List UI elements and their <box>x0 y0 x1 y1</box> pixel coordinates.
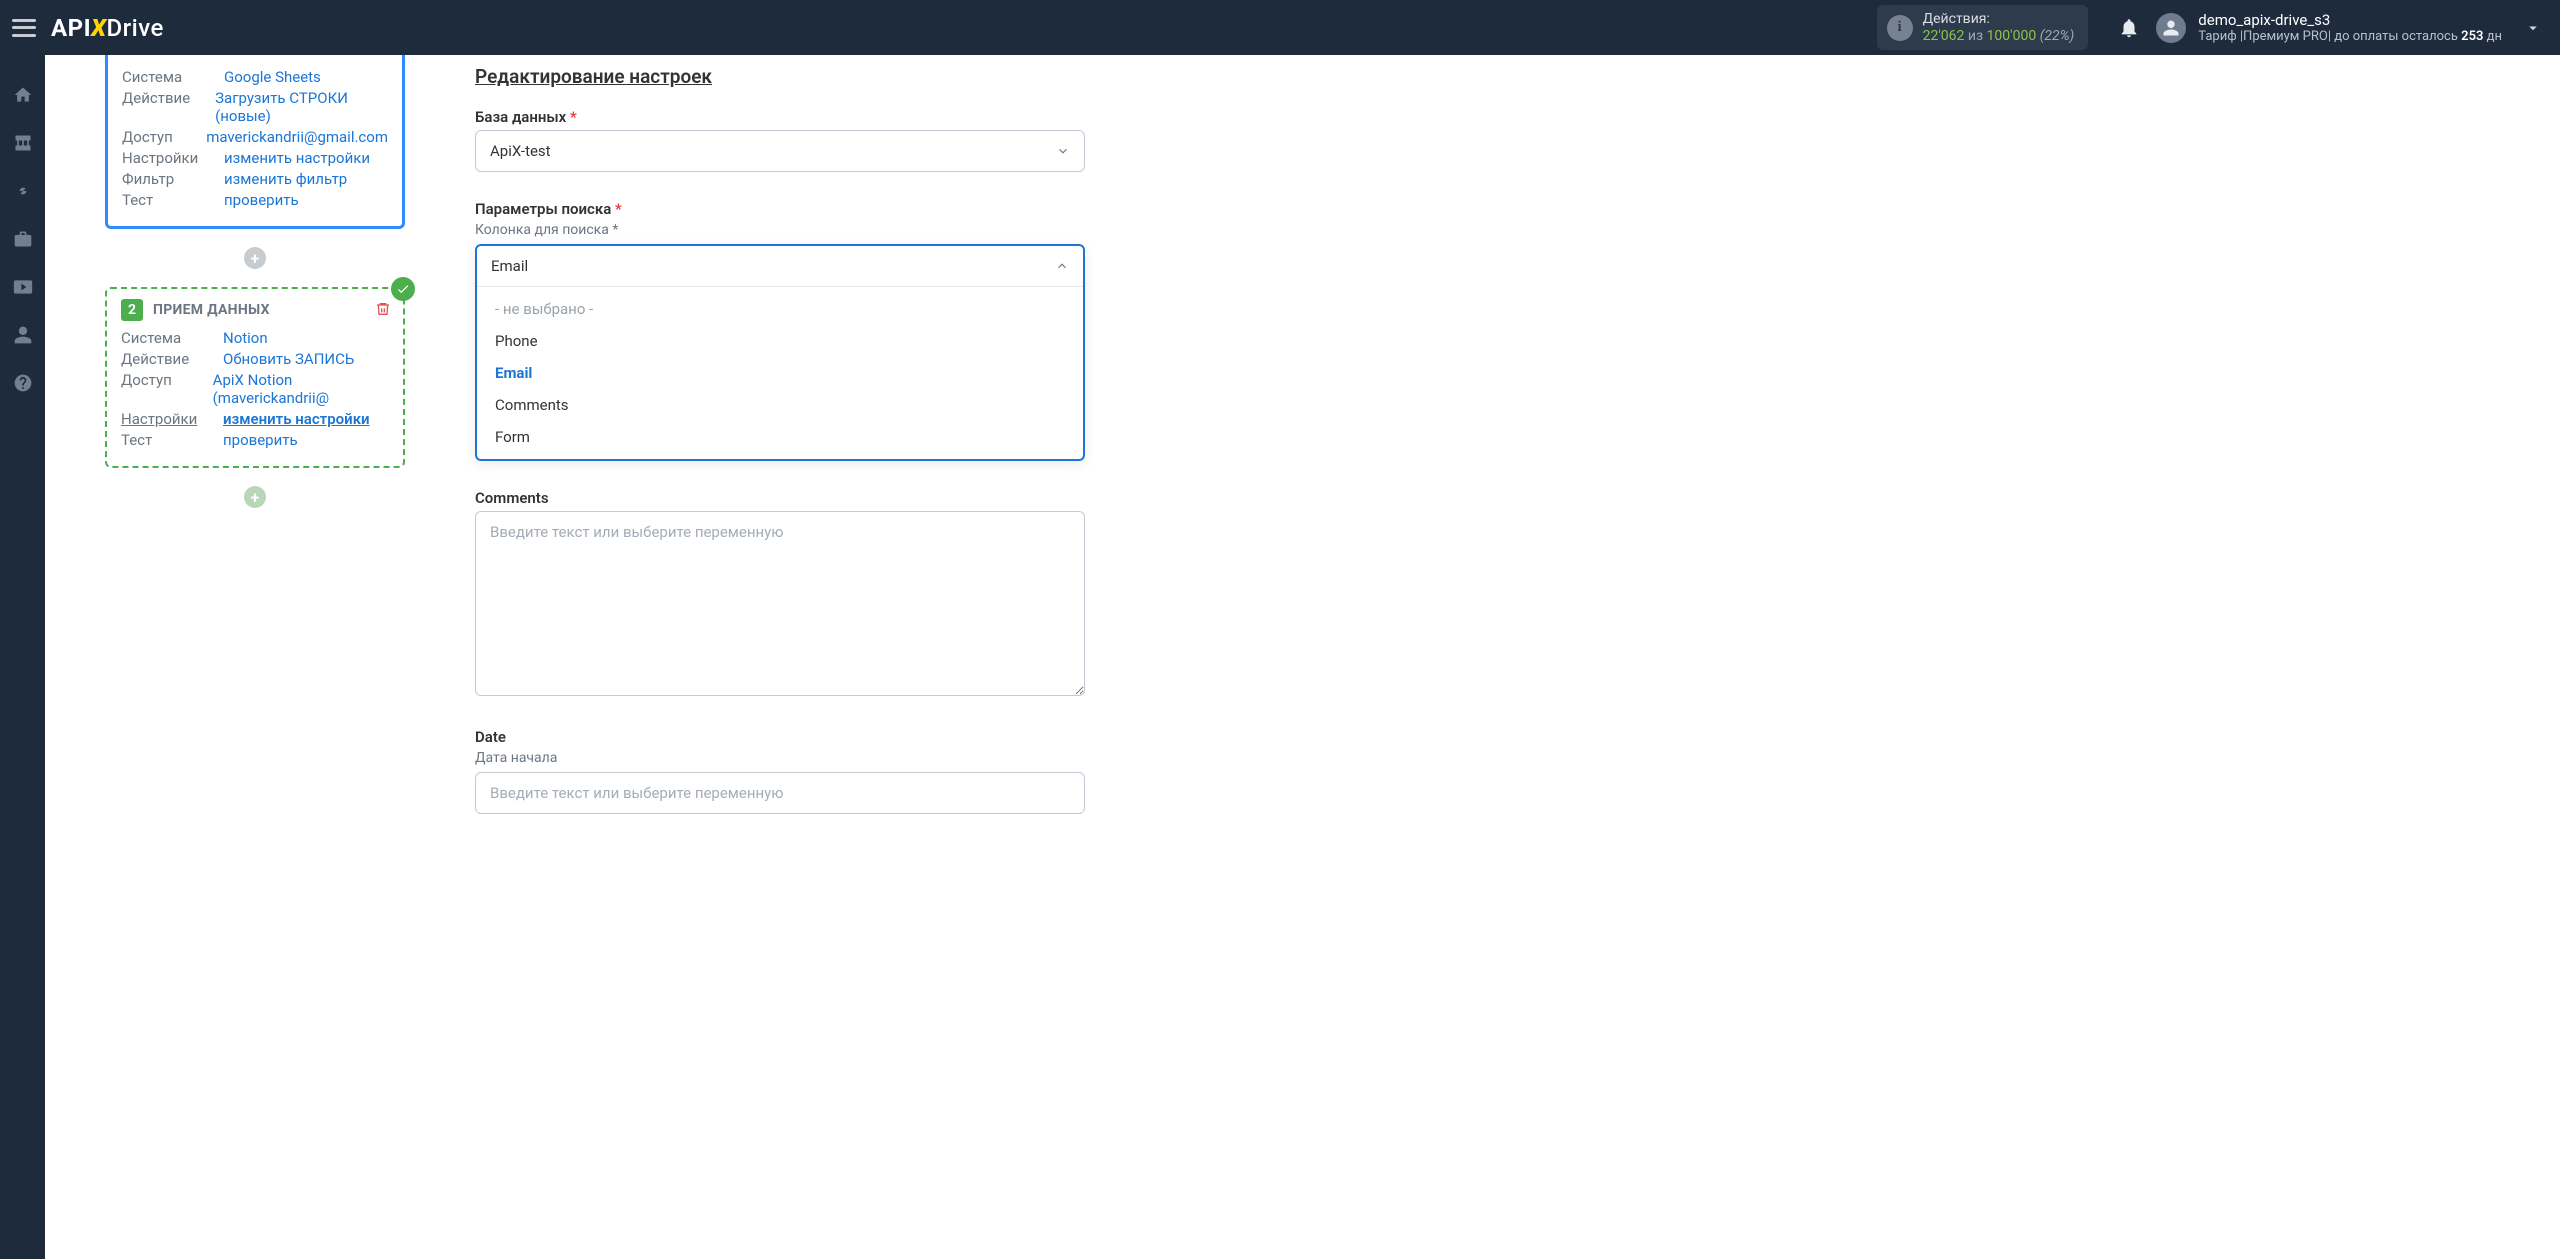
check-icon <box>391 277 415 301</box>
step2-title: ПРИЕМ ДАННЫХ <box>153 302 270 318</box>
actions-counter[interactable]: i Действия: 22'062 из 100'000 (22%) <box>1877 5 2089 51</box>
date-start-label: Дата начала <box>475 750 1085 766</box>
date-start-input[interactable] <box>475 772 1085 814</box>
briefcase-icon[interactable] <box>13 229 33 249</box>
delete-step-icon[interactable] <box>375 301 391 317</box>
option-email[interactable]: Email <box>477 357 1083 389</box>
info-icon: i <box>1887 15 1913 41</box>
step1-action-link[interactable]: Загрузить СТРОКИ (новые) <box>215 89 388 125</box>
form-title: Редактирование настроек <box>475 65 1085 88</box>
step1-test-link[interactable]: проверить <box>224 191 299 209</box>
profile-icon[interactable] <box>13 325 33 345</box>
comments-textarea[interactable] <box>475 511 1085 696</box>
step1-access-link[interactable]: maverickandrii@gmail.com <box>206 128 388 146</box>
video-icon[interactable] <box>13 277 33 297</box>
option-form[interactable]: Form <box>477 421 1083 453</box>
chevron-down-icon <box>1056 144 1070 158</box>
chevron-down-icon[interactable] <box>2524 19 2542 37</box>
step1-settings-link[interactable]: изменить настройки <box>224 149 370 167</box>
option-phone[interactable]: Phone <box>477 325 1083 357</box>
step2-system-link[interactable]: Notion <box>223 329 268 347</box>
avatar[interactable] <box>2156 13 2186 43</box>
help-icon[interactable] <box>13 373 33 393</box>
search-col-dropdown[interactable]: Email - не выбрано - Phone Email Comment… <box>475 244 1085 461</box>
search-col-label: Колонка для поиска * <box>475 222 1085 238</box>
add-step-button[interactable]: + <box>244 247 266 269</box>
bell-icon[interactable] <box>2118 17 2140 39</box>
step2-action-link[interactable]: Обновить ЗАПИСЬ <box>223 350 354 368</box>
step2-test-link[interactable]: проверить <box>223 431 298 449</box>
chevron-up-icon <box>1055 259 1069 273</box>
actions-label: Действия: <box>1923 11 2075 28</box>
db-label: База данных * <box>475 108 1085 126</box>
comments-label: Comments <box>475 489 1085 507</box>
menu-toggle[interactable] <box>12 19 36 37</box>
search-params-label: Параметры поиска * <box>475 200 1085 218</box>
add-step-button-2[interactable]: + <box>244 486 266 508</box>
logo[interactable]: APIXDrive <box>51 14 164 42</box>
step1-filter-link[interactable]: изменить фильтр <box>224 170 347 188</box>
option-comments[interactable]: Comments <box>477 389 1083 421</box>
option-none[interactable]: - не выбрано - <box>477 293 1083 325</box>
step1-system-link[interactable]: Google Sheets <box>224 68 321 86</box>
step-1-card: СистемаGoogle Sheets ДействиеЗагрузить С… <box>105 55 405 229</box>
step2-badge: 2 <box>121 299 143 321</box>
step2-access-link[interactable]: ApiX Notion (maverickandrii@ <box>213 371 389 407</box>
date-label: Date <box>475 728 1085 746</box>
integrations-icon[interactable] <box>13 133 33 153</box>
db-dropdown[interactable]: ApiX-test <box>475 130 1085 172</box>
billing-icon[interactable] <box>13 181 33 201</box>
home-icon[interactable] <box>13 85 33 105</box>
step-2-card: 2 ПРИЕМ ДАННЫХ СистемаNotion ДействиеОбн… <box>105 287 405 468</box>
step2-settings-link[interactable]: изменить настройки <box>223 410 370 428</box>
user-menu[interactable]: demo_apix-drive_s3 Тариф |Премиум PRO| д… <box>2198 11 2502 45</box>
